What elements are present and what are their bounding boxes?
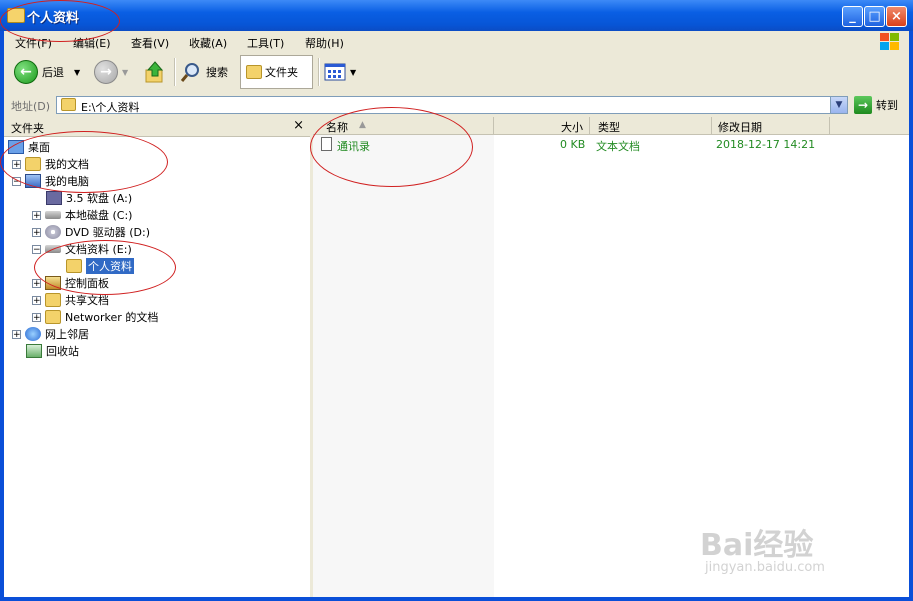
- menu-help[interactable]: 帮助(H): [305, 35, 344, 51]
- column-header-type[interactable]: 类型: [590, 117, 712, 135]
- views-button[interactable]: ▼: [324, 58, 356, 86]
- dropdown-arrow-icon[interactable]: ▼: [74, 68, 80, 77]
- annotation-oval: [310, 107, 473, 187]
- folder-icon: [45, 310, 61, 324]
- annotation-oval: [0, 0, 120, 42]
- address-dropdown-icon[interactable]: ▼: [830, 97, 847, 113]
- folders-pane-title: 文件夹: [11, 122, 44, 135]
- expand-icon[interactable]: +: [32, 295, 41, 305]
- maximize-button[interactable]: □: [864, 6, 885, 27]
- network-icon: [25, 327, 41, 341]
- search-button[interactable]: 搜索: [180, 58, 228, 86]
- search-icon: [180, 63, 199, 82]
- file-modified: 2018-12-17 14:21: [716, 138, 816, 151]
- go-button[interactable]: → 转到: [854, 96, 898, 114]
- file-type: 文本文档: [596, 140, 640, 153]
- toolbar: ← 后退 ▼ → ▼ 搜索 文件夹 ▼: [4, 52, 909, 94]
- menu-bar: 文件(F) 编辑(E) 查看(V) 收藏(A) 工具(T) 帮助(H): [4, 31, 909, 53]
- expand-icon[interactable]: +: [32, 312, 41, 322]
- up-folder-button[interactable]: [144, 58, 166, 86]
- back-arrow-icon: ←: [14, 60, 38, 84]
- watermark-url: jingyan.baidu.com: [705, 560, 825, 575]
- file-size: 0 KB: [560, 138, 586, 151]
- expand-icon[interactable]: +: [32, 278, 41, 288]
- file-list-pane: 名称 ▲ 大小 类型 修改日期 通讯录 0 KB 文本文档 2018-12-17…: [313, 117, 909, 597]
- address-input[interactable]: E:\个人资料 ▼: [56, 96, 848, 114]
- address-value: E:\个人资料: [81, 101, 140, 114]
- go-arrow-icon: →: [854, 96, 872, 114]
- forward-arrow-icon: →: [94, 60, 118, 84]
- column-header-size[interactable]: 大小: [494, 117, 590, 135]
- column-header-modified[interactable]: 修改日期: [712, 117, 830, 135]
- tree-item-local-disk-c[interactable]: + 本地磁盘 (C:): [32, 207, 132, 223]
- folder-icon: [45, 293, 61, 307]
- local-disk-icon: [45, 211, 61, 219]
- explorer-window: 个人资料 _ □ × 文件(F) 编辑(E) 查看(V) 收藏(A) 工具(T)…: [0, 0, 913, 601]
- tree-item-networker-documents[interactable]: + Networker 的文档: [32, 309, 158, 325]
- dvd-drive-icon: [45, 225, 61, 239]
- menu-tools[interactable]: 工具(T): [247, 35, 284, 51]
- annotation-oval: [34, 240, 176, 295]
- tree-item-network[interactable]: + 网上邻居: [12, 326, 89, 342]
- tree-item-dvd-drive[interactable]: + DVD 驱动器 (D:): [32, 224, 150, 240]
- folder-icon: [61, 98, 76, 111]
- windows-logo-icon: [880, 33, 899, 50]
- expand-icon[interactable]: +: [32, 210, 41, 220]
- folders-pane-close-icon[interactable]: ×: [293, 118, 304, 133]
- menu-view[interactable]: 查看(V): [131, 35, 169, 51]
- watermark-logo: Bai经验: [700, 528, 814, 563]
- collapse-icon[interactable]: −: [32, 244, 41, 254]
- address-bar: 地址(D) E:\个人资料 ▼ → 转到: [4, 93, 909, 118]
- annotation-oval: [0, 131, 168, 193]
- floppy-icon: [46, 191, 62, 205]
- folder-icon: [246, 65, 262, 79]
- title-bar[interactable]: 个人资料 _ □ ×: [0, 0, 913, 31]
- dropdown-arrow-icon: ▼: [350, 67, 357, 77]
- address-label: 地址(D): [11, 100, 51, 113]
- expand-icon[interactable]: +: [32, 227, 41, 237]
- recycle-bin-icon: [26, 344, 42, 358]
- folders-button[interactable]: 文件夹: [240, 55, 313, 89]
- up-folder-icon: [145, 61, 164, 83]
- dropdown-arrow-icon[interactable]: ▼: [122, 68, 128, 77]
- tree-item-recycle-bin[interactable]: 回收站: [26, 343, 79, 359]
- forward-button[interactable]: → ▼: [94, 58, 128, 86]
- close-button[interactable]: ×: [886, 6, 907, 27]
- views-icon: [324, 63, 346, 81]
- expand-icon[interactable]: +: [12, 329, 21, 339]
- back-button[interactable]: ← 后退 ▼: [14, 58, 80, 86]
- minimize-button[interactable]: _: [842, 6, 863, 27]
- menu-favorites[interactable]: 收藏(A): [189, 35, 227, 51]
